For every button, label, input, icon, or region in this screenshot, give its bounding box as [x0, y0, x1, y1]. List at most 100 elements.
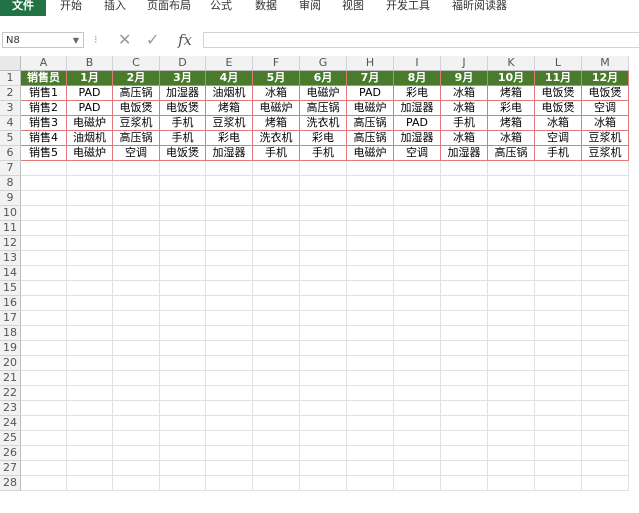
- data-cell[interactable]: 加湿器: [393, 130, 441, 146]
- empty-cell[interactable]: [159, 340, 206, 356]
- data-cell[interactable]: 冰箱: [440, 130, 488, 146]
- header-cell[interactable]: 10月: [487, 70, 535, 86]
- data-cell[interactable]: 销售5: [20, 145, 67, 161]
- empty-cell[interactable]: [299, 235, 347, 251]
- empty-cell[interactable]: [393, 430, 441, 446]
- empty-cell[interactable]: [66, 460, 113, 476]
- empty-cell[interactable]: [346, 280, 394, 296]
- empty-cell[interactable]: [66, 250, 113, 266]
- empty-cell[interactable]: [20, 295, 67, 311]
- empty-cell[interactable]: [66, 205, 113, 221]
- data-cell[interactable]: 手机: [159, 130, 206, 146]
- data-cell[interactable]: 电磁炉: [252, 100, 300, 116]
- empty-cell[interactable]: [534, 430, 582, 446]
- data-cell[interactable]: 冰箱: [534, 115, 582, 131]
- empty-cell[interactable]: [159, 430, 206, 446]
- menu-file[interactable]: 文件: [0, 0, 46, 16]
- empty-cell[interactable]: [112, 280, 160, 296]
- empty-cell[interactable]: [393, 355, 441, 371]
- empty-cell[interactable]: [440, 190, 488, 206]
- empty-cell[interactable]: [205, 295, 253, 311]
- empty-cell[interactable]: [20, 430, 67, 446]
- empty-cell[interactable]: [66, 325, 113, 341]
- empty-cell[interactable]: [20, 190, 67, 206]
- empty-cell[interactable]: [299, 445, 347, 461]
- empty-cell[interactable]: [393, 325, 441, 341]
- empty-cell[interactable]: [581, 370, 629, 386]
- data-cell[interactable]: 彩电: [487, 100, 535, 116]
- empty-cell[interactable]: [534, 415, 582, 431]
- row-header[interactable]: 8: [0, 175, 21, 191]
- cancel-icon[interactable]: ✕: [118, 30, 131, 49]
- empty-cell[interactable]: [299, 220, 347, 236]
- empty-cell[interactable]: [346, 265, 394, 281]
- empty-cell[interactable]: [299, 190, 347, 206]
- column-header-i[interactable]: I: [393, 56, 441, 71]
- empty-cell[interactable]: [487, 415, 535, 431]
- empty-cell[interactable]: [112, 370, 160, 386]
- empty-cell[interactable]: [393, 460, 441, 476]
- empty-cell[interactable]: [581, 475, 629, 491]
- header-cell[interactable]: 9月: [440, 70, 488, 86]
- empty-cell[interactable]: [534, 280, 582, 296]
- empty-cell[interactable]: [112, 445, 160, 461]
- worksheet-grid[interactable]: ABCDEFGHIJKLM 1 销售员 1月 2月 3月 4月 5月 6月 7月 8月 9月 10月 1…: [0, 56, 639, 513]
- column-header-l[interactable]: L: [534, 56, 582, 71]
- empty-cell[interactable]: [112, 235, 160, 251]
- empty-cell[interactable]: [205, 250, 253, 266]
- empty-cell[interactable]: [205, 400, 253, 416]
- empty-cell[interactable]: [205, 385, 253, 401]
- confirm-icon[interactable]: ✓: [146, 30, 159, 49]
- empty-cell[interactable]: [346, 295, 394, 311]
- column-header-f[interactable]: F: [252, 56, 300, 71]
- row-header[interactable]: 6: [0, 145, 21, 161]
- empty-cell[interactable]: [534, 400, 582, 416]
- empty-cell[interactable]: [159, 175, 206, 191]
- empty-cell[interactable]: [205, 325, 253, 341]
- empty-cell[interactable]: [66, 160, 113, 176]
- header-cell[interactable]: 2月: [112, 70, 160, 86]
- empty-cell[interactable]: [159, 250, 206, 266]
- menu-review[interactable]: 审阅: [299, 0, 321, 16]
- menu-view[interactable]: 视图: [342, 0, 364, 16]
- column-header-m[interactable]: M: [581, 56, 629, 71]
- empty-cell[interactable]: [534, 235, 582, 251]
- empty-cell[interactable]: [112, 415, 160, 431]
- header-cell[interactable]: 6月: [299, 70, 347, 86]
- empty-cell[interactable]: [66, 340, 113, 356]
- empty-cell[interactable]: [440, 175, 488, 191]
- empty-cell[interactable]: [159, 475, 206, 491]
- empty-cell[interactable]: [205, 340, 253, 356]
- empty-cell[interactable]: [159, 235, 206, 251]
- empty-cell[interactable]: [20, 205, 67, 221]
- empty-cell[interactable]: [159, 220, 206, 236]
- data-cell[interactable]: 冰箱: [440, 85, 488, 101]
- empty-cell[interactable]: [534, 370, 582, 386]
- data-cell[interactable]: 空调: [112, 145, 160, 161]
- empty-cell[interactable]: [393, 205, 441, 221]
- column-header-e[interactable]: E: [205, 56, 253, 71]
- header-cell[interactable]: 3月: [159, 70, 206, 86]
- empty-cell[interactable]: [20, 250, 67, 266]
- column-header-h[interactable]: H: [346, 56, 394, 71]
- data-cell[interactable]: 彩电: [393, 85, 441, 101]
- data-cell[interactable]: 电磁炉: [66, 115, 113, 131]
- empty-cell[interactable]: [205, 430, 253, 446]
- empty-cell[interactable]: [159, 295, 206, 311]
- data-cell[interactable]: 电磁炉: [299, 85, 347, 101]
- row-header[interactable]: 23: [0, 400, 21, 416]
- empty-cell[interactable]: [534, 340, 582, 356]
- empty-cell[interactable]: [534, 265, 582, 281]
- row-header[interactable]: 2: [0, 85, 21, 101]
- data-cell[interactable]: 豆浆机: [581, 130, 629, 146]
- empty-cell[interactable]: [534, 475, 582, 491]
- empty-cell[interactable]: [252, 310, 300, 326]
- empty-cell[interactable]: [299, 370, 347, 386]
- header-cell[interactable]: 8月: [393, 70, 441, 86]
- empty-cell[interactable]: [346, 415, 394, 431]
- empty-cell[interactable]: [346, 430, 394, 446]
- empty-cell[interactable]: [299, 250, 347, 266]
- empty-cell[interactable]: [252, 295, 300, 311]
- column-header-k[interactable]: K: [487, 56, 535, 71]
- row-header[interactable]: 21: [0, 370, 21, 386]
